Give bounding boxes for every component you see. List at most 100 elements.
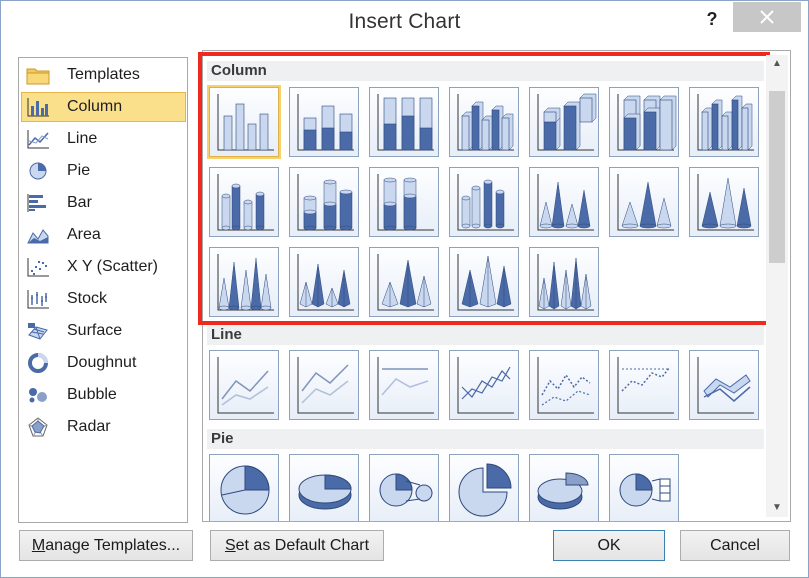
column-chart-19-icon	[537, 254, 594, 311]
column-chart-thumbnail-16[interactable]	[289, 247, 359, 317]
category-bubble[interactable]: Bubble	[21, 380, 186, 410]
category-surface[interactable]: Surface	[21, 316, 186, 346]
column-chart-11-icon	[457, 174, 514, 231]
column-chart-15-icon	[217, 254, 274, 311]
section-header-column: Column	[207, 61, 764, 81]
column-chart-thumbnail-15[interactable]	[209, 247, 279, 317]
category-line[interactable]: Line	[21, 124, 186, 154]
column-chart-thumbnail-12[interactable]	[529, 167, 599, 237]
scroll-down-icon[interactable]: ▼	[766, 499, 788, 517]
category-label: Column	[67, 98, 123, 115]
cancel-button[interactable]: Cancel	[680, 530, 790, 561]
set-default-chart-button[interactable]: Set as Default Chart	[210, 530, 384, 561]
doughnut-chart-icon	[25, 352, 51, 374]
category-label: Templates	[67, 66, 140, 83]
column-chart-thumbnail-9[interactable]	[289, 167, 359, 237]
pie-chart-thumbnail-3[interactable]	[369, 454, 439, 521]
help-button[interactable]: ?	[699, 7, 725, 31]
column-chart-thumbnail-5[interactable]	[529, 87, 599, 157]
line-chart-thumbnail-1[interactable]	[209, 350, 279, 420]
pie-chart-thumbnail-1[interactable]	[209, 454, 279, 521]
chart-gallery: Column Line Pie	[202, 50, 791, 522]
line-chart-6-icon	[617, 357, 674, 414]
column-chart-thumbnail-7[interactable]	[689, 87, 759, 157]
category-scatter[interactable]: X Y (Scatter)	[21, 252, 186, 282]
category-bar[interactable]: Bar	[21, 188, 186, 218]
close-icon	[760, 10, 774, 24]
line-chart-thumbnail-4[interactable]	[449, 350, 519, 420]
category-label: Area	[67, 226, 101, 243]
chart-category-list: Templates Column Line Pie Bar Area X Y (…	[18, 57, 188, 523]
gallery-scrollbar[interactable]: ▲ ▼	[766, 55, 788, 517]
column-chart-5-icon	[537, 93, 597, 151]
column-chart-17-icon	[377, 254, 434, 311]
category-area[interactable]: Area	[21, 220, 186, 250]
line-chart-3-icon	[377, 357, 434, 414]
scroll-up-icon[interactable]: ▲	[766, 55, 788, 73]
column-chart-thumbnail-17[interactable]	[369, 247, 439, 317]
category-label: X Y (Scatter)	[67, 258, 158, 275]
category-stock[interactable]: Stock	[21, 284, 186, 314]
pie-chart-2-icon	[298, 474, 352, 510]
column-chart-thumbnail-19[interactable]	[529, 247, 599, 317]
column-chart-1-icon	[217, 94, 274, 151]
line-chart-1-icon	[217, 357, 274, 414]
dialog-title: Insert Chart	[348, 10, 461, 33]
column-chart-18-icon	[457, 254, 514, 311]
pie-chart-thumbnail-2[interactable]	[289, 454, 359, 521]
surface-chart-icon	[25, 320, 51, 342]
close-button[interactable]	[733, 2, 801, 32]
button-label: anage Templates...	[45, 537, 181, 554]
column-chart-thumbnail-10[interactable]	[369, 167, 439, 237]
column-chart-thumbnail-3[interactable]	[369, 87, 439, 157]
column-chart-8-icon	[217, 174, 274, 231]
category-label: Surface	[67, 322, 123, 339]
scroll-thumb[interactable]	[769, 91, 785, 263]
category-doughnut[interactable]: Doughnut	[21, 348, 186, 378]
pie-chart-6-icon	[619, 473, 671, 507]
bubble-chart-icon	[25, 384, 51, 406]
column-chart-13-icon	[617, 174, 674, 231]
stock-chart-icon	[25, 288, 51, 310]
folder-icon	[25, 64, 51, 86]
column-chart-thumbnail-14[interactable]	[689, 167, 759, 237]
manage-templates-button[interactable]: Manage Templates...	[19, 530, 193, 561]
category-templates[interactable]: Templates	[21, 60, 186, 90]
column-chart-thumbnail-18[interactable]	[449, 247, 519, 317]
pie-chart-thumbnail-4[interactable]	[449, 454, 519, 521]
insert-chart-dialog: Insert Chart ? Templates Column Line Pie…	[0, 0, 809, 578]
line-chart-thumbnail-5[interactable]	[529, 350, 599, 420]
column-chart-thumbnail-6[interactable]	[609, 87, 679, 157]
column-chart-4-icon	[457, 94, 514, 151]
line-chart-5-icon	[537, 357, 594, 414]
category-radar[interactable]: Radar	[21, 412, 186, 442]
column-chart-thumbnail-1[interactable]	[209, 87, 279, 157]
button-label: et as Default Chart	[235, 537, 370, 554]
scatter-chart-icon	[25, 256, 51, 278]
line-chart-thumbnail-6[interactable]	[609, 350, 679, 420]
category-pie[interactable]: Pie	[21, 156, 186, 186]
column-chart-thumbnail-8[interactable]	[209, 167, 279, 237]
ok-button[interactable]: OK	[553, 530, 665, 561]
line-chart-thumbnail-7[interactable]	[689, 350, 759, 420]
section-header-line: Line	[207, 325, 764, 345]
category-label: Stock	[67, 290, 108, 307]
column-chart-14-icon	[697, 174, 754, 231]
category-label: Line	[67, 130, 98, 147]
title-bar: Insert Chart ?	[1, 1, 808, 45]
column-chart-thumbnail-2[interactable]	[289, 87, 359, 157]
column-chart-7-icon	[697, 94, 754, 151]
pie-chart-thumbnail-5[interactable]	[529, 454, 599, 521]
line-chart-icon	[25, 128, 51, 150]
category-label: Bubble	[67, 386, 117, 403]
line-chart-thumbnail-3[interactable]	[369, 350, 439, 420]
bar-chart-icon	[25, 192, 51, 214]
pie-chart-thumbnail-6[interactable]	[609, 454, 679, 521]
column-chart-thumbnail-11[interactable]	[449, 167, 519, 237]
column-chart-9-icon	[297, 174, 354, 231]
pie-chart-3-icon	[379, 473, 433, 507]
column-chart-thumbnail-13[interactable]	[609, 167, 679, 237]
column-chart-thumbnail-4[interactable]	[449, 87, 519, 157]
line-chart-thumbnail-2[interactable]	[289, 350, 359, 420]
category-column[interactable]: Column	[21, 92, 186, 122]
